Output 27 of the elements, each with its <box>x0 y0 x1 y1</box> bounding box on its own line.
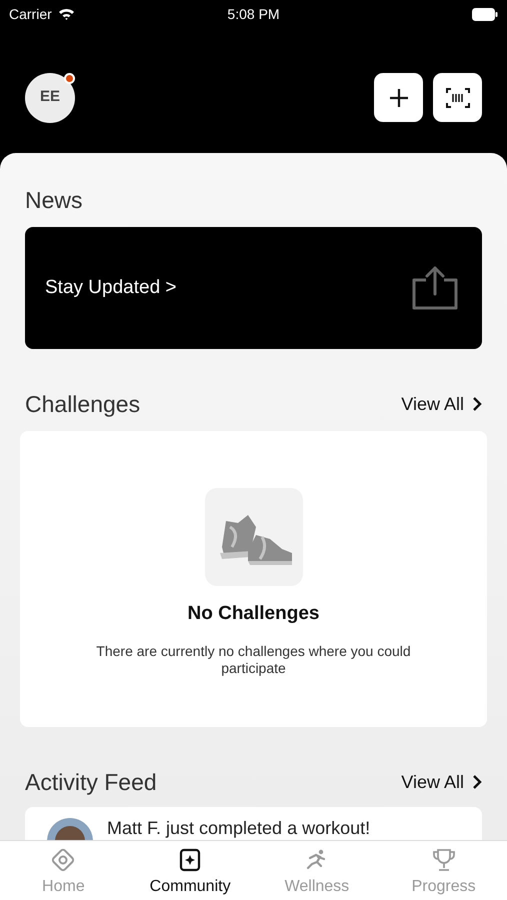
trophy-icon <box>430 847 457 873</box>
plus-icon <box>388 88 408 108</box>
chevron-right-icon <box>472 774 482 790</box>
tab-bar-item[interactable]: Community <box>126 841 254 900</box>
carrier-label: Carrier <box>9 4 52 24</box>
news-banner[interactable]: Stay Updated > <box>25 227 482 349</box>
empty-description: There are currently no challenges where you could participate <box>95 642 412 676</box>
chevron-right-icon <box>472 396 482 412</box>
empty-title: No Challenges <box>188 602 320 626</box>
scan-button[interactable] <box>433 73 482 122</box>
diamond-icon <box>50 847 76 873</box>
banner-text: Stay Updated > <box>45 276 177 300</box>
profile-avatar[interactable]: EE <box>25 72 75 122</box>
view-all-link[interactable]: View All <box>401 390 482 418</box>
feed-text: Matt F. just completed a workout! <box>107 818 370 838</box>
status-time: 5:08 PM <box>227 4 280 24</box>
section-title: News <box>25 186 84 215</box>
barcode-scan-icon <box>446 86 470 108</box>
battery-icon <box>472 8 498 20</box>
avatar-icon <box>47 818 93 840</box>
section-title: Activity Feed <box>25 768 157 797</box>
wifi-icon <box>58 8 75 20</box>
add-button[interactable] <box>374 73 423 122</box>
view-all-link[interactable]: View All <box>401 768 482 796</box>
section-title: Challenges <box>25 390 140 419</box>
feed-card[interactable]: Matt F. just completed a workout! <box>25 807 482 840</box>
sneakers-icon <box>204 488 302 586</box>
